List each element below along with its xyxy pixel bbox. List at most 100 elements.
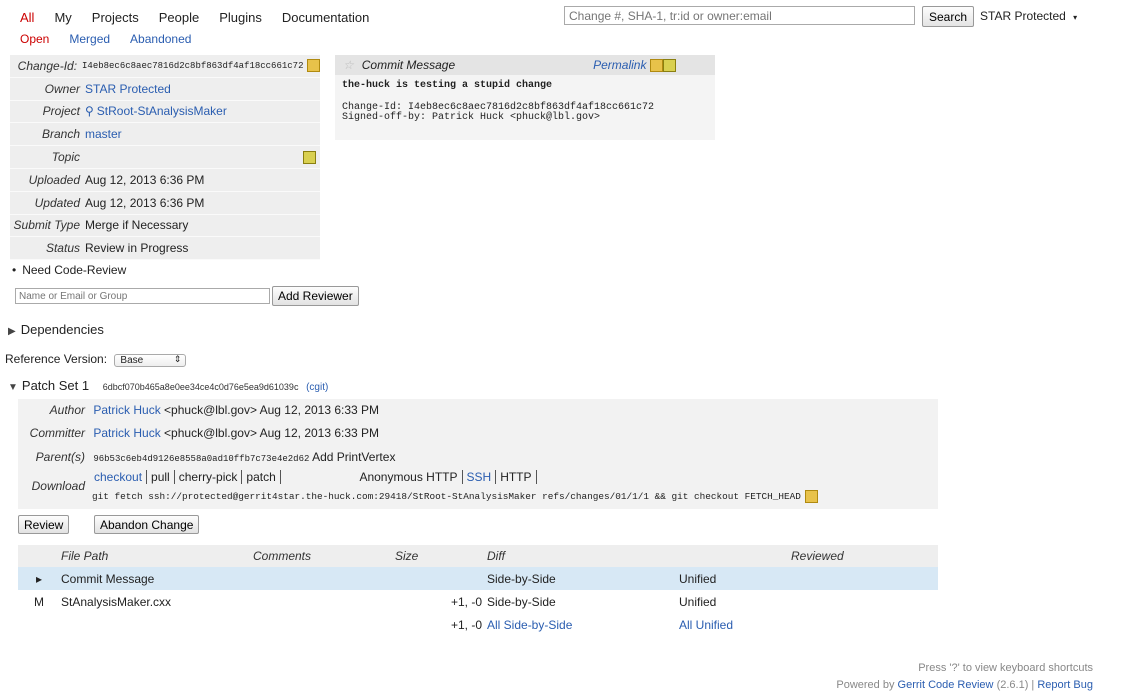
search-button[interactable]: Search [922, 6, 975, 27]
edit-icon[interactable] [663, 58, 677, 72]
download-proto-http[interactable]: HTTP [496, 470, 537, 484]
total-path [60, 613, 252, 636]
download-proto-anon-http[interactable]: Anonymous HTTP [355, 470, 463, 484]
powered-by-label: Powered by [836, 679, 895, 691]
table-row[interactable]: M StAnalysisMaker.cxx +1, -0 Side-by-Sid… [18, 590, 938, 613]
branch-link[interactable]: master [85, 127, 122, 141]
file-path[interactable]: StAnalysisMaker.cxx [60, 590, 252, 613]
reference-version: Reference Version: Base ⇕ [5, 352, 187, 367]
file-size [394, 567, 486, 590]
file-path[interactable]: Commit Message [60, 567, 252, 590]
top-navigation: All My Projects People Plugins Documenta… [0, 0, 1145, 32]
tab-plugins[interactable]: Plugins [209, 10, 272, 25]
project-link[interactable]: StRoot-StAnalysisMaker [97, 104, 227, 118]
download-command[interactable]: git fetch ssh://protected@gerrit4star.th… [92, 490, 818, 503]
uploaded-label: Uploaded [28, 172, 80, 187]
subtab-merged[interactable]: Merged [59, 32, 120, 46]
header-file-path: File Path [60, 545, 252, 567]
user-menu[interactable]: STAR Protected ▾ [980, 9, 1077, 23]
reference-version-label: Reference Version: [5, 352, 108, 366]
table-row[interactable]: ▸ Commit Message Side-by-Side Unified [18, 567, 938, 590]
search-icon[interactable]: ⚲ [85, 104, 94, 118]
download-cmd-pull[interactable]: pull [147, 470, 175, 484]
search-input[interactable] [564, 6, 915, 25]
author-detail: <phuck@lbl.gov> Aug 12, 2013 6:33 PM [164, 403, 380, 417]
total-size: +1, -0 [450, 617, 482, 632]
download-tabs: checkout pull cherry-pick patch Anonymous H… [90, 470, 537, 484]
all-side-by-side-link[interactable]: All Side-by-Side [486, 613, 678, 636]
tab-my[interactable]: My [44, 10, 81, 25]
download-command-text: git fetch ssh://protected@gerrit4star.th… [92, 490, 801, 502]
file-unified[interactable]: Unified [678, 567, 790, 590]
file-side-by-side[interactable]: Side-by-Side [486, 567, 678, 590]
parent-subject: Add PrintVertex [312, 450, 396, 464]
edit-icon[interactable] [303, 151, 316, 165]
header-diff-unified [678, 545, 790, 567]
need-code-review-label: Need Code-Review [22, 263, 127, 277]
patch-set-title: Patch Set 1 [21, 378, 90, 393]
project-row: Project ⚲ StRoot-StAnalysisMaker [10, 101, 320, 124]
uploaded-row: Uploaded Aug 12, 2013 6:36 PM [10, 169, 320, 192]
need-code-review: • Need Code-Review [10, 263, 126, 277]
tab-all[interactable]: All [10, 10, 44, 25]
reference-version-select[interactable]: Base ⇕ [114, 354, 187, 367]
abandon-change-button[interactable]: Abandon Change [94, 515, 200, 534]
file-reviewed[interactable] [790, 567, 938, 590]
copy-icon[interactable] [650, 58, 664, 72]
patch-set-header[interactable]: ▼ Patch Set 1 6dbcf070b465a8e0ee34ce4c0d7… [8, 378, 328, 393]
author-link[interactable]: Patrick Huck [93, 403, 160, 417]
download-cmd-checkout[interactable]: checkout [90, 470, 148, 484]
committer-link[interactable]: Patrick Huck [93, 426, 160, 440]
file-comments [252, 567, 394, 590]
download-label: Download [31, 479, 85, 493]
branch-label: Branch [41, 127, 80, 142]
sub-tabs: Open Merged Abandoned [10, 32, 201, 46]
copy-icon[interactable] [804, 490, 818, 503]
parents-label: Parent(s) [35, 450, 85, 464]
tab-projects[interactable]: Projects [82, 10, 149, 25]
triangle-down-icon: ▼ [8, 382, 18, 393]
tab-documentation[interactable]: Documentation [272, 10, 379, 25]
subtab-abandoned[interactable]: Abandoned [120, 32, 201, 46]
updated-value: Aug 12, 2013 6:36 PM [85, 195, 205, 210]
updated-label: Updated [34, 195, 80, 210]
review-button[interactable]: Review [18, 515, 70, 534]
topic-label: Topic [51, 150, 80, 165]
patch-set-hash: 6dbcf070b465a8e0ee34ce4c0d76e5ea9d61039c [102, 382, 299, 392]
header-diff: Diff [486, 545, 678, 567]
commit-message-header: ☆ Commit Message Permalink [335, 55, 715, 75]
bullet-icon: • [12, 263, 17, 277]
gerrit-link[interactable]: Gerrit Code Review [898, 679, 994, 691]
copy-icon[interactable] [307, 59, 320, 73]
chevron-down-icon: ▾ [1073, 13, 1078, 22]
header-spacer [18, 545, 60, 567]
tab-people[interactable]: People [149, 10, 209, 25]
download-cmd-cherry-pick[interactable]: cherry-pick [175, 470, 243, 484]
all-unified-link[interactable]: All Unified [678, 613, 790, 636]
total-reviewed [790, 613, 938, 636]
commit-subject: the-huck is testing a stupid change [342, 80, 553, 91]
subtab-open[interactable]: Open [10, 32, 59, 46]
file-unified[interactable]: Unified [678, 590, 790, 613]
file-reviewed[interactable] [790, 590, 938, 613]
report-bug-link[interactable]: Report Bug [1037, 679, 1093, 691]
submit-type-label: Submit Type [13, 218, 80, 233]
files-table-header: File Path Comments Size Diff Reviewed [18, 545, 938, 567]
total-spacer [18, 613, 60, 636]
dependencies-toggle[interactable]: ▶ Dependencies [8, 322, 104, 337]
uploaded-value: Aug 12, 2013 6:36 PM [85, 172, 205, 187]
owner-link[interactable]: STAR Protected [85, 82, 171, 96]
add-reviewer-button[interactable]: Add Reviewer [272, 286, 359, 306]
topic-row: Topic [10, 146, 320, 169]
star-icon[interactable]: ☆ [343, 58, 354, 72]
download-row: Download [18, 479, 90, 493]
download-cmd-patch[interactable]: patch [242, 470, 281, 484]
file-side-by-side[interactable]: Side-by-Side [486, 590, 678, 613]
reviewer-input[interactable] [15, 288, 270, 304]
patch-set-details: Author Patrick Huck <phuck@lbl.gov> Aug … [18, 399, 938, 509]
cgit-link[interactable]: (cgit) [306, 382, 328, 393]
download-proto-ssh[interactable]: SSH [463, 470, 497, 484]
powered-by: Powered by Gerrit Code Review (2.6.1) | … [836, 677, 1093, 694]
permalink[interactable]: Permalink [593, 58, 646, 72]
file-size: +1, -0 [450, 594, 482, 609]
